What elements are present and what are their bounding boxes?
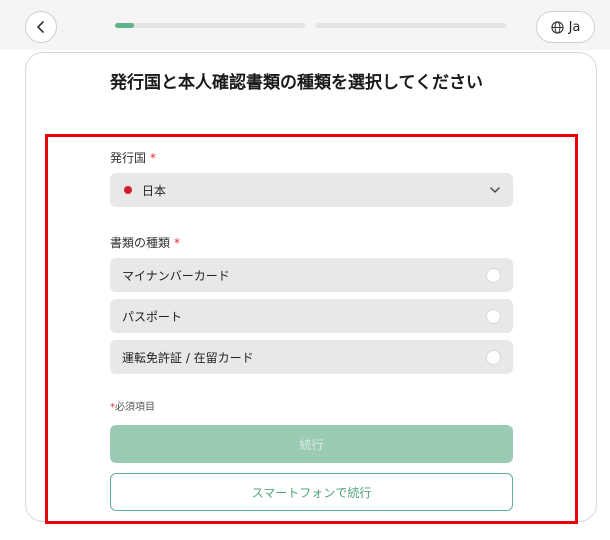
japan-flag-icon — [124, 186, 132, 194]
option-label: マイナンバーカード — [122, 268, 230, 283]
country-select[interactable]: 日本 — [110, 173, 513, 207]
progress-fill — [115, 23, 134, 28]
chevron-down-icon — [490, 187, 500, 193]
required-note: *必須項目 — [110, 398, 155, 413]
id-selection-card: 発行国と本人確認書類の種類を選択してください 発行国 * 日本 書類の種類 * マイ… — [25, 52, 597, 522]
option-mynumber-card[interactable]: マイナンバーカード — [110, 258, 513, 292]
page-title: 発行国と本人確認書類の種類を選択してください — [110, 73, 483, 93]
top-bar — [0, 0, 610, 50]
globe-icon — [550, 20, 564, 34]
country-label: 発行国 * — [110, 149, 156, 166]
progress-step-2 — [316, 23, 506, 28]
option-drivers-license[interactable]: 運転免許証 / 在留カード — [110, 340, 513, 374]
option-label: 運転免許証 / 在留カード — [122, 350, 254, 365]
language-label: Ja — [568, 19, 581, 35]
required-star: * — [174, 236, 181, 250]
option-label: パスポート — [122, 309, 183, 324]
radio-button[interactable] — [486, 349, 501, 365]
radio-button[interactable] — [486, 308, 501, 324]
option-passport[interactable]: パスポート — [110, 299, 513, 333]
continue-button[interactable]: 続行 — [110, 425, 513, 463]
document-type-label-text: 書類の種類 — [110, 236, 171, 250]
country-select-value: 日本 — [142, 183, 167, 198]
country-label-text: 発行国 — [110, 151, 147, 165]
required-note-text: 必須項目 — [115, 402, 155, 413]
language-button[interactable]: Ja — [536, 11, 595, 43]
required-star: * — [150, 151, 157, 165]
progress-step-1 — [115, 23, 305, 28]
document-type-label: 書類の種類 * — [110, 234, 180, 251]
continue-on-smartphone-button[interactable]: スマートフォンで続行 — [110, 473, 513, 511]
radio-button[interactable] — [486, 267, 501, 283]
chevron-left-icon — [37, 21, 44, 33]
back-button[interactable] — [25, 11, 57, 43]
